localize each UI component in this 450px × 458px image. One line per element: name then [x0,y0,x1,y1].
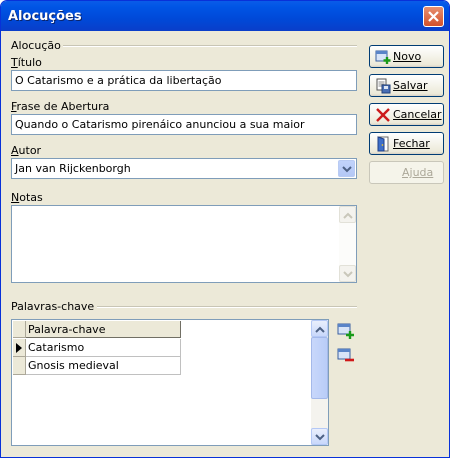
column-header-palavra-chave[interactable]: Palavra-chave [26,321,181,338]
ajuda-label: Ajuda [402,166,434,179]
grid-scroll-up[interactable] [311,320,328,337]
chevron-up-icon [315,326,325,333]
ajuda-button[interactable]: Ajuda [369,161,444,184]
novo-label: Novo [393,50,422,63]
close-button[interactable] [423,6,444,27]
section-label-palavras-chave: Palavras-chave [11,300,95,313]
dialog-window: Alocuções Alocução Título O Catarismo e … [0,0,450,458]
chevron-down-icon [342,166,352,173]
frase-label: Frase de Abertura [11,100,110,113]
section-label-alocucao: Alocução [11,39,61,52]
door-exit-icon [377,136,389,152]
fechar-button[interactable]: Fechar [369,132,444,155]
cancel-x-icon [376,108,390,122]
grid-scroll-thumb[interactable] [311,337,328,399]
row-selector-current[interactable] [13,339,26,357]
grid-scrollbar[interactable] [311,320,328,445]
salvar-button[interactable]: Salvar [369,74,444,97]
cancelar-button[interactable]: Cancelar [369,103,444,126]
titulo-label: Título [11,56,42,69]
delete-row-icon [337,348,354,362]
grid-scroll-down[interactable] [311,428,328,445]
chevron-down-icon [315,434,325,441]
autor-value: Jan van Rijckenborgh [15,162,131,175]
new-record-icon [375,50,391,64]
keywords-divider [97,306,357,308]
row-selector[interactable] [13,357,26,375]
autor-combobox[interactable]: Jan van Rijckenborgh [11,158,357,179]
fechar-label: Fechar [393,137,430,150]
autor-dropdown-button[interactable] [338,160,355,177]
frase-abertura-input[interactable]: Quando o Catarismo pirenáico anunciou a … [11,114,357,135]
notas-scroll-up[interactable] [339,206,356,223]
notas-textarea[interactable] [11,205,357,283]
keywords-grid[interactable]: Palavra-chave Catarismo Gnosis medieval [11,319,329,446]
grid-cell[interactable]: Gnosis medieval [26,357,181,375]
autor-label: Autor [11,144,42,157]
titulo-input[interactable]: O Catarismo e a prática da libertação [11,70,357,91]
section-divider [63,45,357,47]
salvar-label: Salvar [393,79,428,92]
cancelar-label: Cancelar [393,108,442,121]
chevron-down-icon [343,271,353,278]
remove-keyword-button[interactable] [337,347,355,365]
grid-cell[interactable]: Catarismo [26,339,181,357]
add-keyword-button[interactable] [337,322,355,340]
chevron-up-icon [343,212,353,219]
title-bar[interactable]: Alocuções [1,1,449,31]
current-row-arrow-icon [16,343,22,353]
save-icon [376,78,391,94]
window-title: Alocuções [8,9,82,24]
novo-button[interactable]: Novo [369,45,444,68]
close-icon [428,11,439,22]
notas-scrollbar[interactable] [339,206,356,282]
notas-scroll-down[interactable] [339,265,356,282]
notas-label: Notas [11,191,43,204]
add-row-icon [337,323,354,339]
grid-corner [13,321,26,338]
